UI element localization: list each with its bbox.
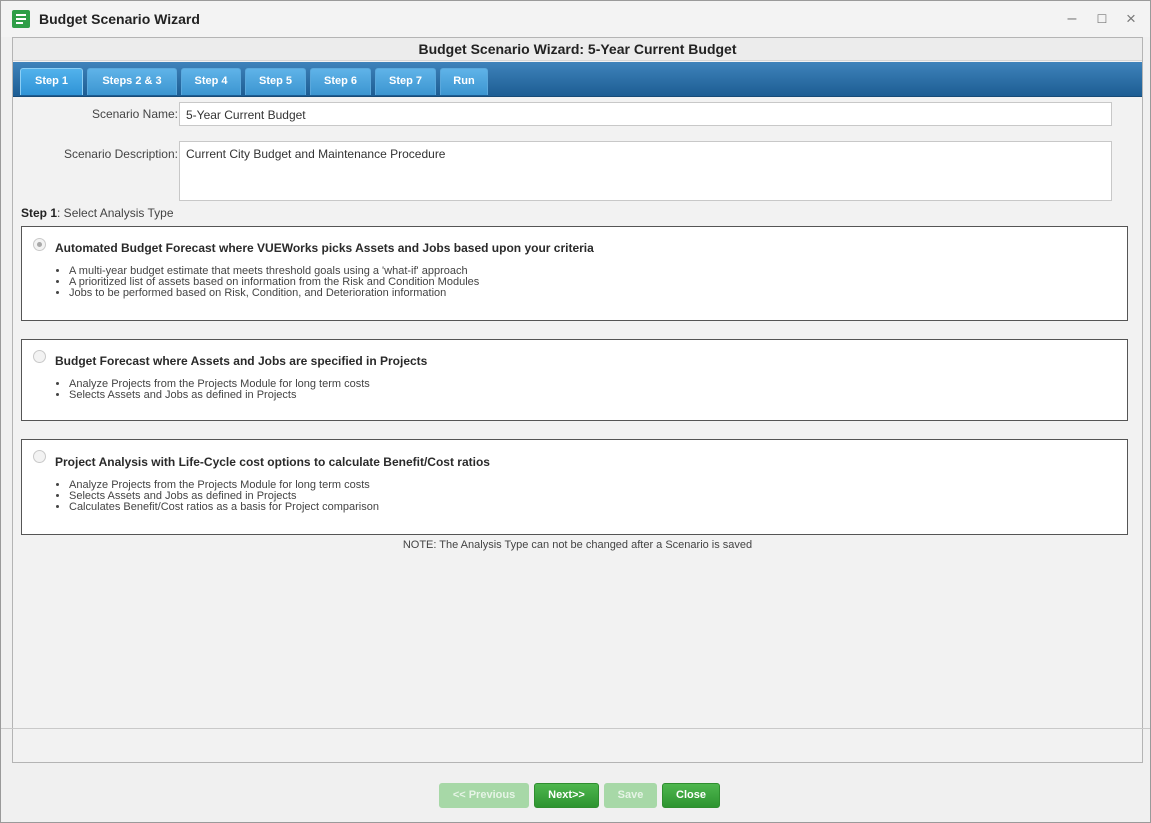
tab-run[interactable]: Run (440, 68, 488, 95)
tab-step-6[interactable]: Step 6 (310, 68, 371, 95)
window-titlebar[interactable]: Budget Scenario Wizard – ☐ × (1, 1, 1150, 37)
analysis-option-budget-forecast[interactable]: Budget Forecast where Assets and Jobs ar… (21, 339, 1128, 421)
close-window-icon[interactable]: × (1120, 9, 1142, 29)
close-button[interactable]: Close (662, 783, 720, 808)
wizard-dialog: Budget Scenario Wizard: 5-Year Current B… (12, 37, 1143, 763)
option-bullets: Analyze Projects from the Projects Modul… (55, 480, 379, 513)
budget-scenario-wizard-window: Budget Scenario Wizard – ☐ × Budget Scen… (0, 0, 1151, 823)
form-icon (12, 10, 30, 28)
option-bullets: A multi-year budget estimate that meets … (55, 266, 479, 299)
option-title: Automated Budget Forecast where VUEWorks… (55, 241, 594, 255)
tab-step-5[interactable]: Step 5 (245, 68, 306, 95)
wizard-tab-bar: Step 1 Steps 2 & 3 Step 4 Step 5 Step 6 … (13, 62, 1142, 97)
analysis-option-automated[interactable]: Automated Budget Forecast where VUEWorks… (21, 226, 1128, 321)
list-item: Jobs to be performed based on Risk, Cond… (69, 288, 479, 299)
scenario-name-label: Scenario Name: (91, 107, 178, 121)
option-title: Budget Forecast where Assets and Jobs ar… (55, 354, 428, 368)
step-label: Step 1: Select Analysis Type (21, 206, 174, 220)
analysis-option-project-analysis[interactable]: Project Analysis with Life-Cycle cost op… (21, 439, 1128, 535)
minimize-icon[interactable]: – (1061, 9, 1083, 29)
dialog-header: Budget Scenario Wizard: 5-Year Current B… (13, 38, 1142, 61)
scenario-name-input[interactable]: 5-Year Current Budget (179, 102, 1112, 126)
footer-divider (1, 728, 1150, 729)
window-title: Budget Scenario Wizard (39, 11, 200, 27)
scenario-description-label: Scenario Description: (63, 147, 178, 161)
tab-step-1[interactable]: Step 1 (20, 68, 83, 95)
next-button[interactable]: Next>> (534, 783, 599, 808)
radio-automated[interactable] (33, 238, 46, 251)
tab-step-7[interactable]: Step 7 (375, 68, 436, 95)
radio-project-analysis[interactable] (33, 450, 46, 463)
previous-button[interactable]: << Previous (439, 783, 529, 808)
step-prefix: Step 1 (21, 206, 58, 220)
list-item: Selects Assets and Jobs as defined in Pr… (69, 390, 370, 401)
option-bullets: Analyze Projects from the Projects Modul… (55, 379, 370, 401)
maximize-icon[interactable]: ☐ (1091, 9, 1113, 29)
analysis-type-note: NOTE: The Analysis Type can not be chang… (402, 539, 753, 551)
list-item: Calculates Benefit/Cost ratios as a basi… (69, 502, 379, 513)
tab-step-4[interactable]: Step 4 (181, 68, 241, 95)
step-text: : Select Analysis Type (57, 206, 174, 220)
radio-budget-forecast[interactable] (33, 350, 46, 363)
save-button[interactable]: Save (604, 783, 657, 808)
scenario-description-textarea[interactable]: Current City Budget and Maintenance Proc… (179, 141, 1112, 201)
option-title: Project Analysis with Life-Cycle cost op… (55, 455, 490, 469)
tab-steps-2-3[interactable]: Steps 2 & 3 (87, 68, 177, 95)
